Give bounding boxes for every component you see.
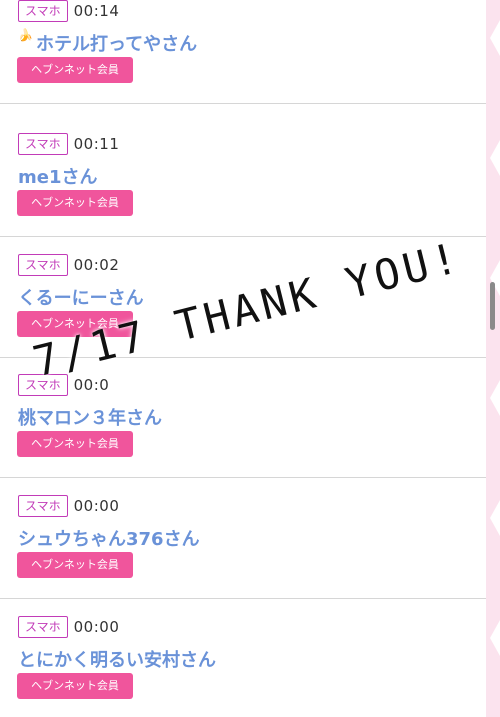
entry-meta: スマホ 00:02 <box>18 253 119 277</box>
entry-meta: スマホ 00:11 <box>18 132 119 156</box>
entry-meta: スマホ 00:14 <box>18 0 119 23</box>
visit-time: 00:0 <box>73 376 110 394</box>
list-item[interactable]: スマホ 00:11 me1さん ヘブンネット会員 <box>0 117 486 237</box>
list-item[interactable]: スマホ 00:00 シュウちゃん376さん ヘブンネット会員 <box>0 479 486 599</box>
member-button[interactable]: ヘブンネット会員 <box>17 57 133 83</box>
edge-notch <box>490 380 500 416</box>
member-button[interactable]: ヘブンネット会員 <box>17 190 133 216</box>
device-badge: スマホ <box>18 0 68 22</box>
device-badge: スマホ <box>18 254 68 276</box>
scrollbar-thumb[interactable] <box>490 282 495 330</box>
edge-notch <box>490 620 500 656</box>
page-edge-decoration <box>486 0 500 717</box>
member-button[interactable]: ヘブンネット会員 <box>17 431 133 457</box>
visitor-name[interactable]: me1さん <box>18 163 98 189</box>
visit-time: 00:11 <box>73 135 120 153</box>
list-item[interactable]: スマホ 00:00 とにかく明るい安村さん ヘブンネット会員 <box>0 600 486 717</box>
visitor-name[interactable]: ホテル打ってやさん <box>36 30 197 56</box>
entry-meta: スマホ 00:00 <box>18 615 119 639</box>
visitor-name[interactable]: 桃マロン３年さん <box>18 404 162 430</box>
member-button[interactable]: ヘブンネット会員 <box>17 673 133 699</box>
visitor-name[interactable]: とにかく明るい安村さん <box>18 646 216 672</box>
device-badge: スマホ <box>18 495 68 517</box>
visitor-name[interactable]: くるーにーさん <box>18 284 144 310</box>
member-button[interactable]: ヘブンネット会員 <box>17 552 133 578</box>
banana-icon: 🍌 <box>18 28 33 42</box>
entry-meta: スマホ 00:00 <box>18 494 119 518</box>
edge-notch <box>490 500 500 536</box>
visit-time: 00:14 <box>73 2 120 20</box>
edge-notch <box>490 140 500 176</box>
visit-time: 00:02 <box>73 256 120 274</box>
visit-time: 00:00 <box>73 497 120 515</box>
device-badge: スマホ <box>18 616 68 638</box>
list-item[interactable]: スマホ 00:14 🍌 ホテル打ってやさん ヘブンネット会員 <box>0 0 486 104</box>
visitor-name[interactable]: シュウちゃん376さん <box>18 525 200 551</box>
visit-time: 00:00 <box>73 618 120 636</box>
device-badge: スマホ <box>18 133 68 155</box>
edge-notch <box>490 20 500 56</box>
